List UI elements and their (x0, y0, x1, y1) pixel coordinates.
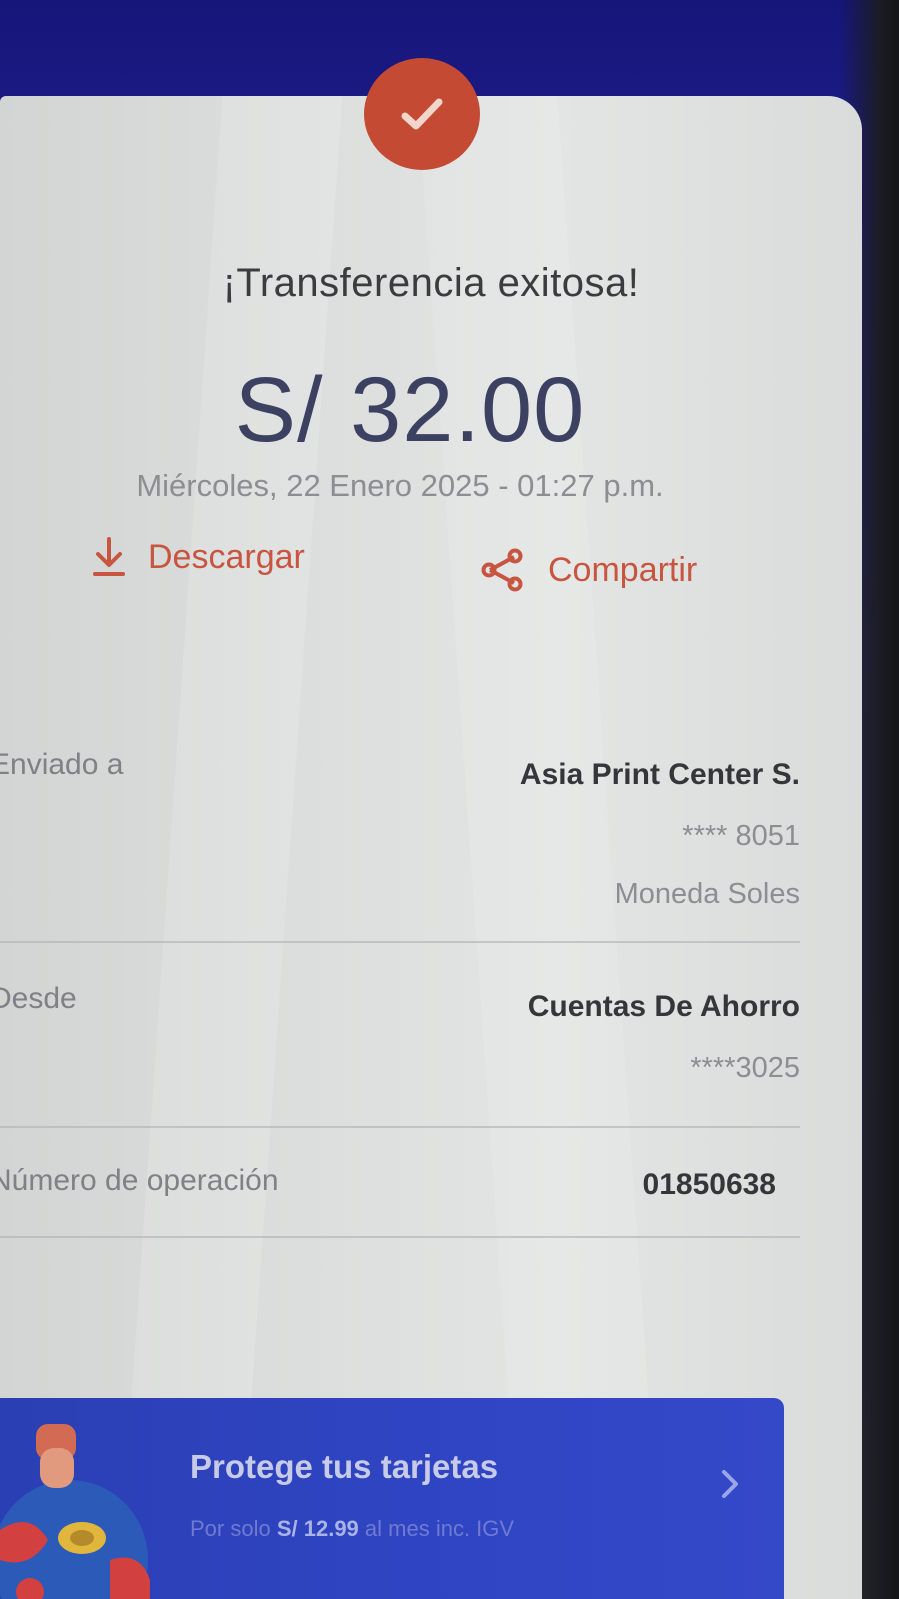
promo-subtitle-suffix: al mes inc. IGV (364, 1516, 515, 1541)
transfer-datetime: Miércoles, 22 Enero 2025 - 01:27 p.m. (136, 468, 664, 503)
receipt-card: ¡Transferencia exitosa! S/ 32.00 Miércol… (0, 96, 862, 1599)
source-account: ****3025 (690, 1052, 800, 1084)
recipient-currency: Moneda Soles (614, 878, 800, 910)
promo-title: Protege tus tarjetas (190, 1448, 499, 1485)
receipt-title: ¡Transferencia exitosa! (222, 261, 640, 305)
check-icon (401, 98, 443, 130)
promo-price: S/ 12.99 (276, 1516, 359, 1541)
operation-number-label: Número de operación (0, 1164, 279, 1197)
sent-to-label: Enviado a (0, 748, 124, 781)
transfer-amount: S/ 32.00 (234, 359, 586, 461)
chevron-right-icon[interactable] (718, 1466, 742, 1502)
promo-banner[interactable]: Protege tus tarjetas Por solo S/ 12.99 a… (0, 1398, 784, 1599)
divider (0, 1236, 800, 1238)
divider (0, 941, 800, 943)
promo-subtitle: Por solo S/ 12.99 al mes inc. IGV (190, 1516, 514, 1542)
download-icon (93, 537, 125, 576)
share-label: Compartir (548, 550, 698, 589)
recipient-name: Asia Print Center S. (519, 758, 800, 791)
superhero-mascot-icon (0, 1424, 150, 1599)
download-label: Descargar (148, 537, 305, 576)
recipient-account: **** 8051 (682, 820, 800, 852)
share-button[interactable]: Compartir (480, 548, 697, 592)
source-account-type: Cuentas De Ahorro (527, 990, 800, 1023)
from-label: Desde (0, 982, 77, 1015)
share-icon (481, 548, 523, 592)
operation-number: 01850638 (642, 1168, 776, 1201)
divider (0, 1126, 800, 1128)
success-badge (364, 58, 480, 170)
download-button[interactable]: Descargar (92, 536, 305, 578)
promo-subtitle-prefix: Por solo (190, 1516, 271, 1541)
